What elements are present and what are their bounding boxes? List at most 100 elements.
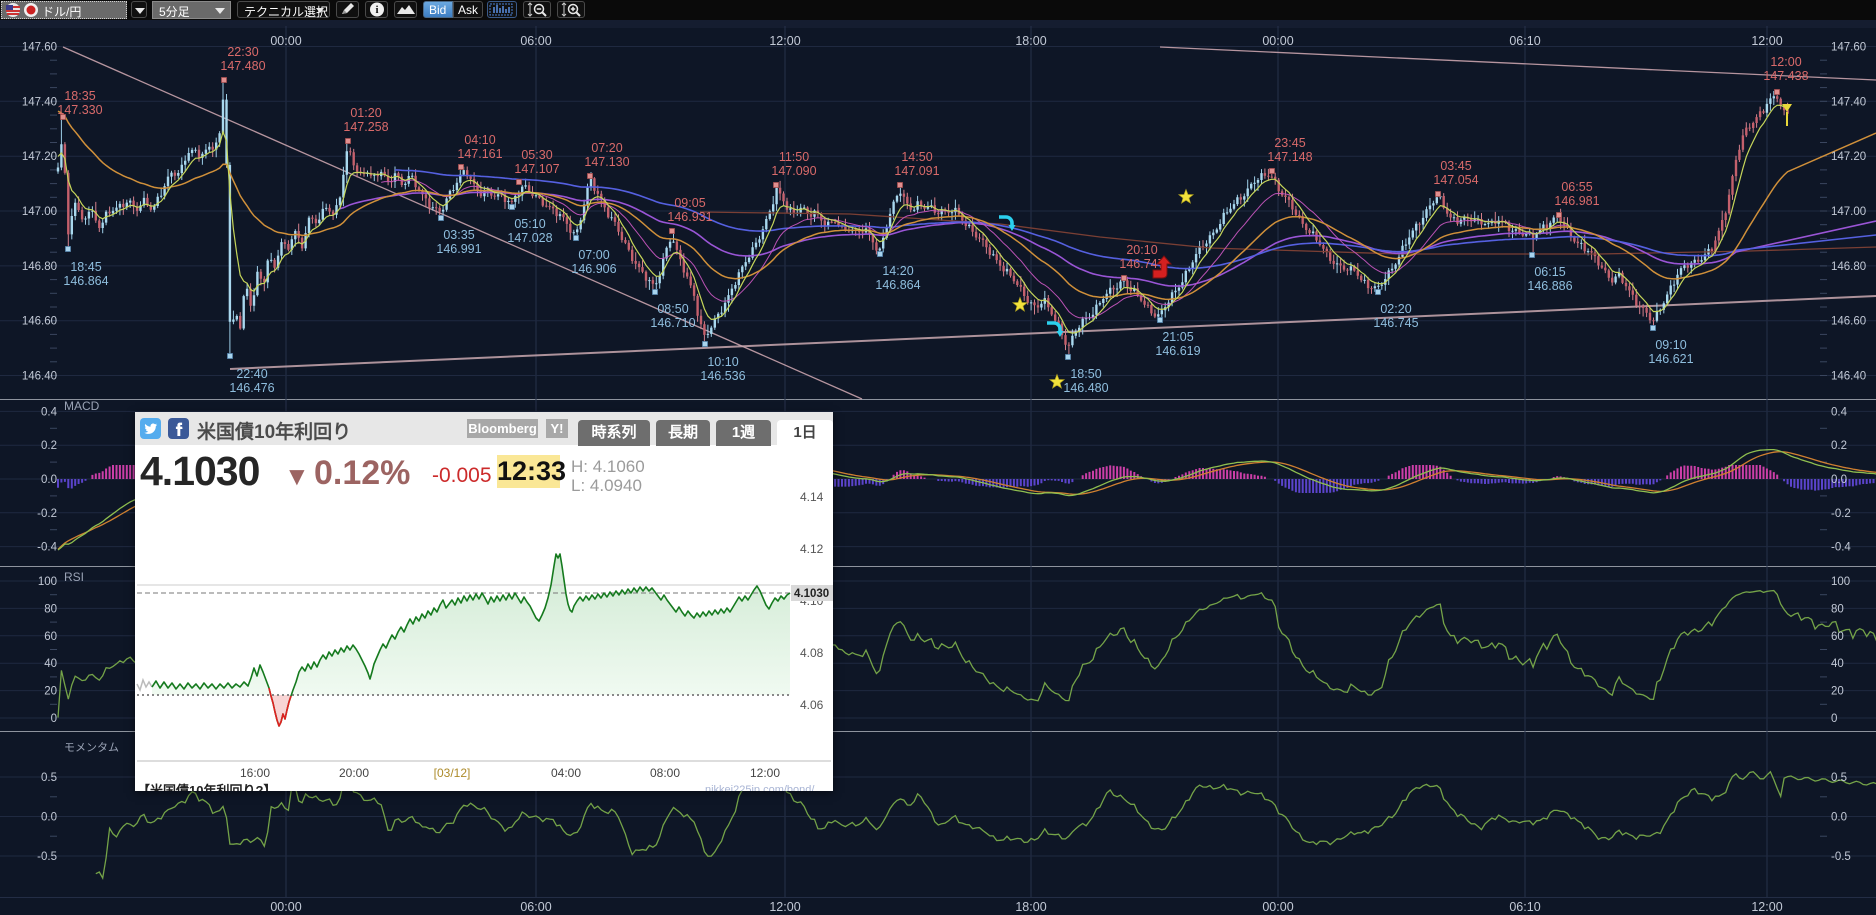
svg-text:-0.2: -0.2	[37, 508, 57, 520]
svg-text:18:50: 18:50	[1070, 367, 1101, 381]
svg-text:100: 100	[38, 576, 57, 588]
svg-text:147.258: 147.258	[343, 120, 388, 134]
svg-text:0.0: 0.0	[1831, 474, 1847, 486]
svg-text:0.2: 0.2	[1831, 440, 1847, 452]
svg-text:-0.5: -0.5	[1831, 851, 1851, 863]
svg-text:4.08: 4.08	[800, 646, 824, 660]
svg-text:09:05: 09:05	[674, 196, 705, 210]
svg-text:147.091: 147.091	[894, 164, 939, 178]
svg-text:02:20: 02:20	[1380, 302, 1411, 316]
svg-text:4.12: 4.12	[800, 542, 824, 556]
svg-text:20:00: 20:00	[339, 766, 369, 780]
svg-text:146.981: 146.981	[1554, 194, 1599, 208]
svg-text:0.0: 0.0	[41, 812, 57, 824]
svg-text:16:00: 16:00	[240, 766, 270, 780]
svg-text:06:55: 06:55	[1561, 180, 1592, 194]
svg-text:00:00: 00:00	[270, 900, 301, 914]
svg-text:RSI: RSI	[64, 570, 84, 584]
svg-text:147.054: 147.054	[1433, 173, 1478, 187]
svg-text:146.906: 146.906	[571, 262, 616, 276]
svg-text:146.40: 146.40	[1831, 371, 1866, 383]
svg-text:01:20: 01:20	[350, 106, 381, 120]
svg-text:147.148: 147.148	[1267, 150, 1312, 164]
svg-text:-0.4: -0.4	[1831, 542, 1851, 554]
svg-text:147.090: 147.090	[771, 164, 816, 178]
svg-text:i: i	[375, 4, 378, 16]
svg-text:03:35: 03:35	[443, 228, 474, 242]
svg-text:146.931: 146.931	[667, 210, 712, 224]
svg-text:147.028: 147.028	[507, 231, 552, 245]
svg-text:147.20: 147.20	[22, 151, 57, 163]
svg-text:12:00: 12:00	[1751, 34, 1782, 48]
svg-text:[03/12]: [03/12]	[434, 766, 471, 780]
svg-text:147.00: 147.00	[1831, 206, 1866, 218]
svg-text:0.0: 0.0	[1831, 812, 1847, 824]
svg-text:146.40: 146.40	[22, 371, 57, 383]
svg-text:147.130: 147.130	[584, 155, 629, 169]
svg-text:80: 80	[1831, 603, 1844, 615]
svg-text:22:30: 22:30	[227, 45, 258, 59]
svg-text:146.619: 146.619	[1155, 344, 1200, 358]
svg-text:147.60: 147.60	[1831, 42, 1866, 54]
svg-text:147.161: 147.161	[457, 147, 502, 161]
svg-text:146.536: 146.536	[700, 369, 745, 383]
svg-text:0.0: 0.0	[41, 474, 57, 486]
svg-text:147.480: 147.480	[220, 59, 265, 73]
svg-text:【米国債10年利回り?】: 【米国債10年利回り?】	[137, 783, 276, 791]
svg-text:05:30: 05:30	[521, 148, 552, 162]
svg-text:20: 20	[1831, 686, 1844, 698]
svg-text:08:00: 08:00	[650, 766, 680, 780]
svg-text:146.60: 146.60	[1831, 316, 1866, 328]
svg-text:nikkei225jp.com/bond/ _: nikkei225jp.com/bond/ _	[705, 784, 825, 791]
svg-text:146.991: 146.991	[436, 242, 481, 256]
svg-text:146.864: 146.864	[63, 274, 108, 288]
svg-text:147.438: 147.438	[1763, 69, 1808, 83]
svg-text:-0.5: -0.5	[37, 851, 57, 863]
svg-text:146.745: 146.745	[1373, 316, 1418, 330]
svg-text:146.80: 146.80	[22, 261, 57, 273]
svg-text:0.5: 0.5	[41, 772, 57, 784]
svg-text:4.06: 4.06	[800, 698, 824, 712]
svg-text:12:00: 12:00	[1770, 55, 1801, 69]
svg-text:10:10: 10:10	[707, 355, 738, 369]
svg-text:モメンタム: モメンタム	[64, 741, 119, 754]
svg-text:-0.2: -0.2	[1831, 508, 1851, 520]
svg-text:11:50: 11:50	[779, 150, 809, 164]
svg-text:00:00: 00:00	[1262, 34, 1293, 48]
svg-text:12:00: 12:00	[1751, 900, 1782, 914]
svg-text:04:00: 04:00	[551, 766, 581, 780]
svg-text:100: 100	[1831, 576, 1850, 588]
svg-text:-0.4: -0.4	[37, 542, 57, 554]
svg-text:18:35: 18:35	[64, 89, 95, 103]
svg-text:40: 40	[1831, 658, 1844, 670]
svg-text:147.40: 147.40	[1831, 96, 1866, 108]
svg-text:146.476: 146.476	[229, 381, 274, 395]
svg-text:12:00: 12:00	[769, 900, 800, 914]
svg-text:0.4: 0.4	[41, 406, 58, 418]
svg-text:60: 60	[44, 631, 57, 643]
svg-text:14:50: 14:50	[901, 150, 932, 164]
svg-text:20:10: 20:10	[1126, 243, 1157, 257]
svg-text:00:00: 00:00	[1262, 900, 1293, 914]
svg-text:147.330: 147.330	[57, 103, 102, 117]
svg-text:147.107: 147.107	[514, 162, 559, 176]
svg-text:05:10: 05:10	[514, 217, 545, 231]
svg-text:40: 40	[44, 658, 57, 670]
svg-text:MACD: MACD	[64, 399, 100, 413]
svg-text:06:00: 06:00	[520, 34, 551, 48]
svg-text:22:40: 22:40	[236, 367, 267, 381]
svg-text:08:50: 08:50	[657, 302, 688, 316]
svg-text:4.1030: 4.1030	[794, 588, 829, 600]
svg-text:146.480: 146.480	[1063, 381, 1108, 395]
svg-text:12:00: 12:00	[750, 766, 780, 780]
svg-text:0: 0	[51, 713, 57, 725]
svg-text:80: 80	[44, 603, 57, 615]
svg-text:147.00: 147.00	[22, 206, 57, 218]
svg-text:06:10: 06:10	[1509, 34, 1540, 48]
svg-text:146.80: 146.80	[1831, 261, 1866, 273]
svg-text:12:00: 12:00	[769, 34, 800, 48]
svg-text:0.5: 0.5	[1831, 772, 1847, 784]
svg-text:21:05: 21:05	[1162, 330, 1193, 344]
svg-text:147.60: 147.60	[22, 42, 57, 54]
svg-text:07:20: 07:20	[591, 141, 622, 155]
